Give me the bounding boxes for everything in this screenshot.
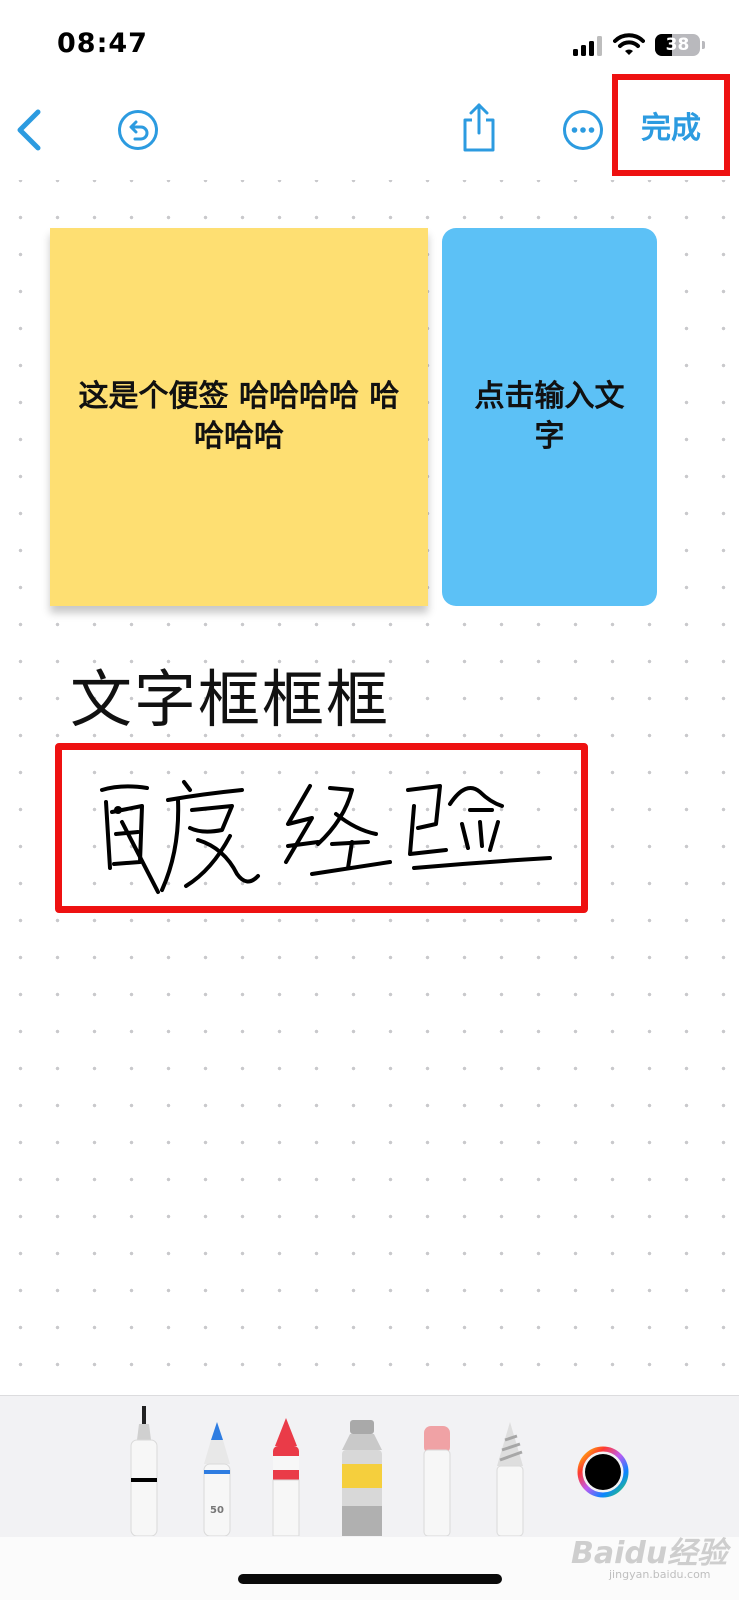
baidu-watermark-url: jingyan.baidu.com [609, 1568, 711, 1581]
status-bar: 08:47 38 [0, 0, 739, 80]
sticky-note-blue[interactable]: 点击输入文字 [442, 228, 657, 606]
pencil-icon[interactable] [491, 1406, 529, 1536]
battery-level: 38 [665, 35, 690, 55]
fineliner-pen-icon[interactable] [125, 1406, 163, 1536]
undo-icon[interactable] [117, 109, 159, 151]
paint-tube-icon[interactable] [338, 1406, 386, 1536]
status-time: 08:47 [57, 28, 148, 59]
eraser-icon[interactable] [418, 1406, 456, 1536]
pen-width-label: 50 [210, 1505, 224, 1516]
top-toolbar: 完成 [0, 74, 739, 180]
handwriting-highlight[interactable] [55, 743, 588, 913]
crayon-icon[interactable] [267, 1406, 305, 1536]
drawing-tools-panel: 50 [0, 1395, 739, 1538]
color-picker-icon[interactable] [577, 1446, 629, 1498]
home-indicator[interactable] [238, 1574, 502, 1584]
freeform-board[interactable]: 08:47 38 完成 这是个便签 哈哈哈哈 哈哈哈哈 点击输入文字 文字框框框… [0, 0, 739, 1600]
battery-cap [702, 41, 705, 49]
wifi-icon [613, 33, 645, 55]
sticky-note-yellow[interactable]: 这是个便签 哈哈哈哈 哈哈哈哈 [50, 228, 428, 606]
monoline-pen-icon[interactable]: 50 [198, 1406, 236, 1536]
chevron-left-icon[interactable] [12, 107, 48, 153]
handwriting-strokes [100, 780, 552, 894]
battery-icon: 38 [655, 34, 700, 56]
text-box[interactable]: 文字框框框 [70, 662, 390, 738]
baidu-watermark-logo: Baidu经验 [571, 1536, 728, 1571]
ellipsis-icon[interactable] [562, 109, 604, 151]
share-icon[interactable] [459, 102, 499, 154]
done-button[interactable]: 完成 [612, 74, 730, 176]
cellular-signal-icon [573, 36, 602, 56]
